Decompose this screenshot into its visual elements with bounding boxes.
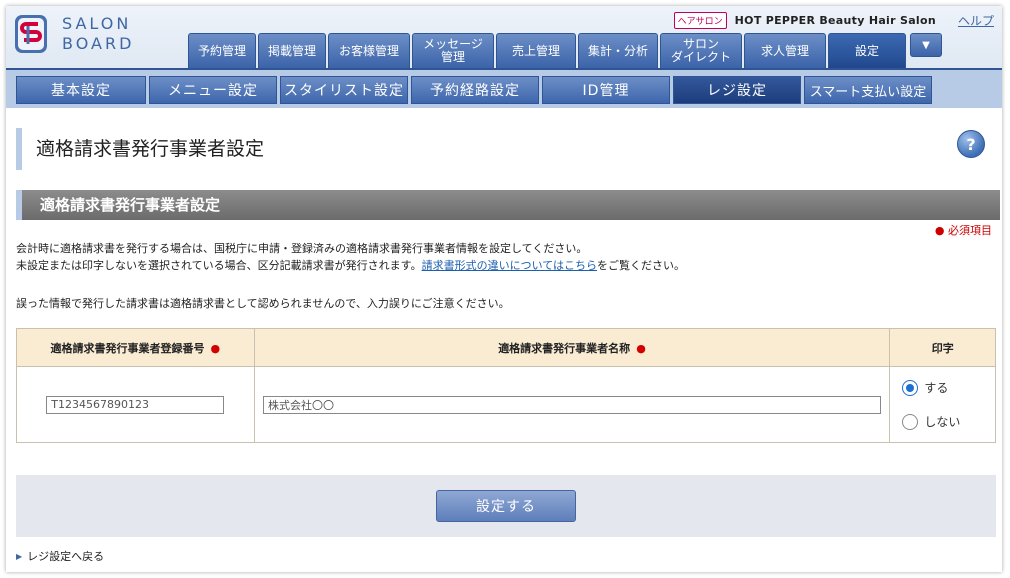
help-question-icon[interactable]: ? (957, 130, 985, 158)
subtab-booking-route-settings[interactable]: 予約経路設定 (411, 76, 539, 104)
required-dot-icon: ● (934, 224, 945, 237)
tab-listings[interactable]: 掲載管理 (258, 33, 326, 69)
column-header-print: 印字 (889, 328, 996, 367)
print-yes-option[interactable]: する (902, 374, 995, 402)
invoice-format-link[interactable]: 請求書形式の違いについてはこちら (422, 259, 597, 272)
invoice-issuer-table: 適格請求書発行事業者登録番号● 適格請求書発行事業者名称● 印字 する (16, 328, 996, 443)
tab-salon-direct[interactable]: サロン ダイレクト (660, 33, 742, 69)
required-legend-text: 必須項目 (948, 224, 992, 237)
subtab-menu-settings[interactable]: メニュー設定 (149, 76, 277, 104)
help-link[interactable]: ヘルプ (958, 12, 994, 29)
tab-analytics[interactable]: 集計・分析 (578, 33, 658, 69)
section-header: 適格請求書発行事業者設定 (16, 190, 1000, 220)
header: SALON BOARD ヘアサロン HOT PEPPER Beauty Hair… (6, 6, 1002, 69)
subtab-stylist-settings[interactable]: スタイリスト設定 (280, 76, 408, 104)
subtab-register-settings[interactable]: レジ設定 (673, 76, 801, 104)
salon-board-logo[interactable]: SALON BOARD (14, 12, 134, 56)
main-tabs: 予約管理 掲載管理 お客様管理 メッセージ 管理 売上管理 集計・分析 サロン … (188, 33, 942, 69)
submit-area: 設定する (16, 475, 996, 537)
submit-settings-button[interactable]: 設定する (436, 490, 576, 522)
brand-badge: ヘアサロン (673, 12, 727, 29)
page-title: 適格請求書発行事業者設定 (16, 128, 264, 170)
description: 会計時に適格請求書を発行する場合は、国税庁に申請・登録済みの適格請求書発行事業者… (16, 240, 685, 274)
column-header-business-name: 適格請求書発行事業者名称 ● (253, 328, 891, 367)
tab-reservations[interactable]: 予約管理 (188, 33, 256, 69)
tab-sales[interactable]: 売上管理 (496, 33, 576, 69)
triangle-right-icon: ▶ (16, 551, 23, 561)
logo-mark-icon (14, 12, 50, 56)
page-frame: SALON BOARD ヘアサロン HOT PEPPER Beauty Hair… (6, 6, 1002, 572)
print-no-label: しない (924, 415, 961, 429)
brand-name: HOT PEPPER Beauty Hair Salon (734, 14, 936, 27)
print-yes-radio[interactable] (902, 379, 919, 396)
required-dot-icon: ● (210, 341, 221, 355)
back-to-register-settings-link[interactable]: ▶ レジ設定へ戻る (16, 548, 104, 564)
print-no-radio[interactable] (902, 413, 919, 430)
tab-settings[interactable]: 設定 (828, 33, 906, 69)
sub-navigation: 基本設定 メニュー設定 スタイリスト設定 予約経路設定 ID管理 レジ設定 スマ… (6, 68, 1002, 108)
subtab-id-management[interactable]: ID管理 (542, 76, 670, 104)
description-warning: 誤った情報で発行した請求書は適格請求書として認められませんので、入力誤りにご注意… (16, 297, 510, 310)
brand-bar: ヘアサロン HOT PEPPER Beauty Hair Salon ヘルプ (673, 12, 994, 29)
table-row: する しない (16, 366, 996, 443)
logo-line2: BOARD (62, 34, 135, 53)
description-line-1: 会計時に適格請求書を発行する場合は、国税庁に申請・登録済みの適格請求書発行事業者… (16, 242, 588, 255)
print-no-option[interactable]: しない (902, 408, 995, 436)
tab-messages[interactable]: メッセージ 管理 (412, 33, 494, 69)
chevron-down-icon: ▼ (922, 39, 930, 51)
logo-line1: SALON (62, 14, 132, 33)
description-line-2: 未設定または印字しないを選択されている場合、区分記載請求書が発行されます。請求書… (16, 259, 686, 272)
registration-number-input[interactable] (46, 395, 225, 414)
business-name-input[interactable] (262, 395, 881, 414)
menu-dropdown-button[interactable]: ▼ (910, 33, 942, 57)
print-yes-label: する (924, 381, 949, 395)
column-header-registration-number: 適格請求書発行事業者登録番号 ● (16, 328, 255, 367)
subtab-smart-payment-settings[interactable]: スマート支払い設定 (804, 76, 932, 104)
tab-customers[interactable]: お客様管理 (328, 33, 410, 69)
subtab-basic-settings[interactable]: 基本設定 (16, 76, 146, 104)
tab-recruiting[interactable]: 求人管理 (744, 33, 826, 69)
required-legend: ● 必須項目 (935, 222, 992, 238)
required-dot-icon: ● (636, 341, 646, 355)
